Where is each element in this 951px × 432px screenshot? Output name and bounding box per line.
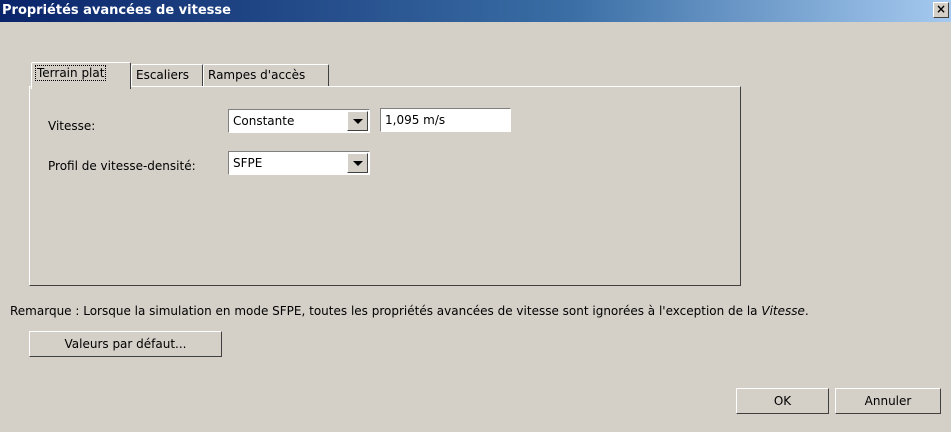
tab-escaliers[interactable]: Escaliers	[131, 64, 203, 87]
profile-label: Profil de vitesse-densité:	[48, 159, 196, 173]
ok-button[interactable]: OK	[736, 388, 829, 414]
dropdown-button[interactable]	[347, 111, 368, 131]
chevron-down-icon	[353, 161, 363, 166]
speed-value-input[interactable]: 1,095 m/s	[380, 108, 511, 132]
tab-label: Rampes d'accès	[208, 68, 306, 82]
note-text: Remarque : Lorsque la simulation en mode…	[10, 304, 809, 318]
close-icon: ×	[935, 2, 947, 16]
cancel-button[interactable]: Annuler	[835, 388, 941, 414]
close-button[interactable]: ×	[933, 2, 949, 18]
title-bar: Propriétés avancées de vitesse ×	[0, 0, 951, 22]
tab-rampes[interactable]: Rampes d'accès	[203, 64, 329, 87]
note-emphasis: Vitesse	[761, 304, 805, 318]
profile-select[interactable]: SFPE	[228, 151, 370, 175]
tab-terrain-plat[interactable]: Terrain plat	[31, 62, 131, 89]
speed-mode-select[interactable]: Constante	[228, 109, 370, 133]
note-suffix: .	[804, 304, 809, 318]
profile-value: SFPE	[233, 156, 263, 170]
tab-label: Escaliers	[136, 68, 190, 82]
tab-label: Terrain plat	[34, 65, 107, 81]
speed-label: Vitesse:	[48, 119, 96, 133]
window-title: Propriétés avancées de vitesse	[2, 3, 231, 18]
tab-panel: Vitesse: Constante 1,095 m/s Profil de v…	[29, 86, 741, 286]
defaults-button[interactable]: Valeurs par défaut...	[29, 331, 222, 357]
speed-mode-value: Constante	[233, 114, 295, 128]
dropdown-button[interactable]	[347, 153, 368, 173]
note-prefix: Remarque : Lorsque la simulation en mode…	[10, 304, 762, 318]
chevron-down-icon	[353, 119, 363, 124]
